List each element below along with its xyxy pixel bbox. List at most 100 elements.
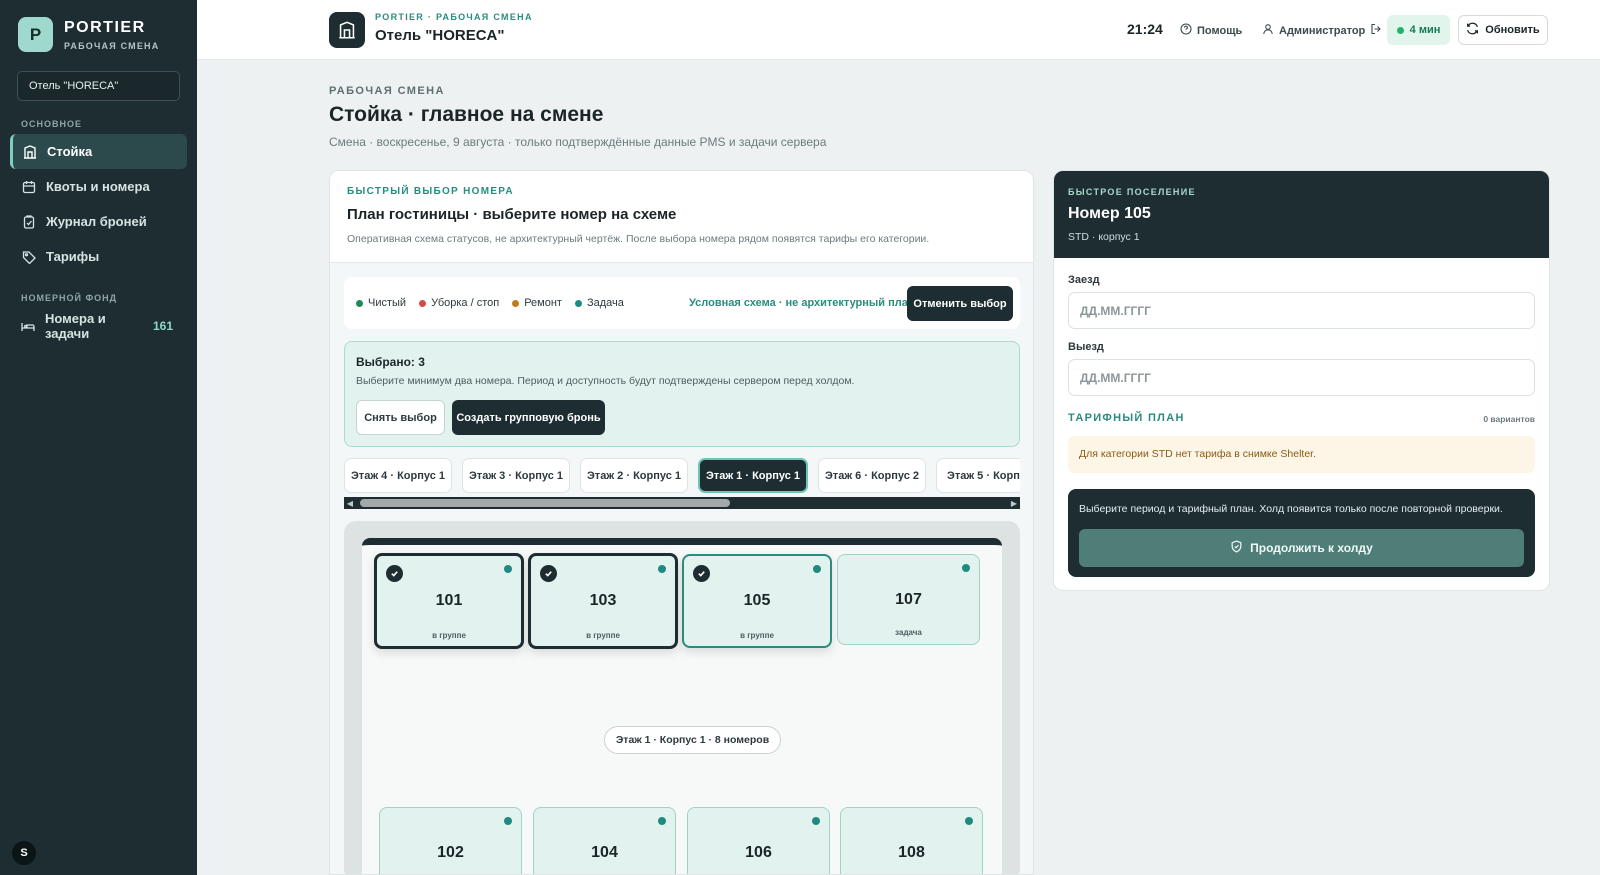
- tariff-warning: Для категории STD нет тарифа в снимке Sh…: [1068, 436, 1535, 473]
- arrival-label: Заезд: [1068, 274, 1100, 286]
- cancel-selection-button[interactable]: Отменить выбор: [907, 286, 1013, 321]
- sidebar-item-label: Тарифы: [46, 249, 100, 264]
- tab-floor-4-building-1[interactable]: Этаж 4 · Корпус 1: [344, 458, 452, 493]
- status-dot-icon: [812, 817, 820, 825]
- scrollbar-thumb[interactable]: [360, 499, 730, 507]
- sidebar-item-label: Квоты и номера: [46, 179, 150, 194]
- topbar-hotel-title: Отель "HORECA": [375, 27, 505, 44]
- room-106[interactable]: 106: [687, 807, 830, 874]
- brand-subtitle: РАБОЧАЯ СМЕНА: [64, 40, 160, 51]
- legend-repair: Ремонт: [512, 297, 562, 309]
- tab-floor-2-building-1[interactable]: Этаж 2 · Корпус 1: [580, 458, 688, 493]
- topbar: PORTIER · РАБОЧАЯ СМЕНА Отель "HORECA" 2…: [197, 0, 1600, 60]
- selected-room-category: STD · корпус 1: [1068, 231, 1140, 243]
- nav-section-fund: НОМЕРНОЙ ФОНД: [21, 293, 118, 303]
- sidebar-item-quotas[interactable]: Квоты и номера: [10, 169, 187, 204]
- footer-badge[interactable]: S: [12, 841, 36, 865]
- room-picker-kicker: БЫСТРЫЙ ВЫБОР НОМЕРА: [347, 186, 514, 197]
- tab-floor-1-building-1[interactable]: Этаж 1 · Корпус 1: [698, 458, 808, 493]
- hold-action-panel: Выберите период и тарифный план. Холд по…: [1068, 489, 1535, 577]
- scroll-left-icon[interactable]: ◀: [344, 497, 356, 509]
- sidebar: P PORTIER РАБОЧАЯ СМЕНА Отель "HORECA" О…: [0, 0, 197, 875]
- brand-name: PORTIER: [64, 18, 146, 36]
- create-group-booking-button[interactable]: Создать групповую бронь: [452, 400, 605, 435]
- check-icon: [386, 565, 403, 582]
- sidebar-item-rooms-tasks[interactable]: Номера и задачи 161: [10, 308, 187, 343]
- legend-cleaning-stop: Уборка / стоп: [419, 297, 499, 309]
- hotel-select[interactable]: Отель "HORECA": [17, 71, 180, 101]
- floor-tabs-scrollbar[interactable]: ◀ ▶: [344, 497, 1020, 509]
- tab-floor-3-building-1[interactable]: Этаж 3 · Корпус 1: [462, 458, 570, 493]
- bed-icon: [21, 318, 35, 333]
- quick-checkin-header: БЫСТРОЕ ПОСЕЛЕНИЕ Номер 105 STD · корпус…: [1054, 171, 1549, 258]
- sidebar-item-label: Номера и задачи: [45, 310, 106, 341]
- room-104[interactable]: 104: [533, 807, 676, 874]
- quick-checkin-kicker: БЫСТРОЕ ПОСЕЛЕНИЕ: [1068, 187, 1196, 197]
- floor-caption: Этаж 1 · Корпус 1 · 8 номеров: [604, 726, 781, 754]
- online-status-badge: 4 мин: [1387, 15, 1450, 45]
- sidebar-item-label: Стойка: [47, 144, 93, 159]
- sidebar-item-desk[interactable]: Стойка: [10, 134, 187, 169]
- room-picker-card: БЫСТРЫЙ ВЫБОР НОМЕРА План гостиницы · вы…: [329, 170, 1034, 875]
- departure-date-input[interactable]: ДД.ММ.ГГГГ: [1068, 359, 1535, 396]
- room-103[interactable]: 103 в группе: [528, 553, 678, 649]
- sidebar-item-label: Журнал броней: [46, 214, 147, 229]
- check-icon: [540, 565, 557, 582]
- floor-plan: 101 в группе 103 в группе 105 в группе 1…: [344, 521, 1020, 874]
- clear-selection-button[interactable]: Снять выбор: [356, 400, 445, 435]
- help-link[interactable]: Помощь: [1180, 23, 1242, 38]
- user-icon: [1262, 23, 1274, 38]
- arrival-date-input[interactable]: ДД.ММ.ГГГГ: [1068, 292, 1535, 329]
- status-dot-icon: [504, 817, 512, 825]
- room-108[interactable]: 108: [840, 807, 983, 874]
- selected-room-title: Номер 105: [1068, 205, 1151, 222]
- user-menu[interactable]: Администратор: [1262, 23, 1382, 38]
- tab-floor-5-building-2[interactable]: Этаж 5 · Корпус 2: [936, 458, 1020, 493]
- status-legend: Чистый Уборка / стоп Ремонт Задача: [356, 297, 624, 309]
- page-title: Стойка · главное на смене: [329, 103, 604, 126]
- floor-tabs: Этаж 4 · Корпус 1 Этаж 3 · Корпус 1 Этаж…: [344, 458, 1020, 494]
- sidebar-item-tariffs[interactable]: Тарифы: [10, 239, 187, 274]
- selection-hint: Выберите минимум два номера. Период и до…: [356, 375, 855, 387]
- selection-panel: Выбрано: 3 Выберите минимум два номера. …: [344, 341, 1020, 447]
- topbar-kicker: PORTIER · РАБОЧАЯ СМЕНА: [375, 12, 533, 22]
- status-dot-icon: [658, 565, 666, 573]
- room-101[interactable]: 101 в группе: [374, 553, 524, 649]
- hold-hint: Выберите период и тарифный план. Холд по…: [1079, 503, 1503, 515]
- floor-plan-canvas: 101 в группе 103 в группе 105 в группе 1…: [362, 538, 1002, 874]
- scroll-right-icon[interactable]: ▶: [1008, 497, 1020, 509]
- legend-dot-icon: [356, 299, 363, 307]
- nav-section-main: ОСНОВНОЕ: [21, 119, 83, 129]
- calendar-icon: [21, 179, 36, 194]
- help-icon: [1180, 23, 1192, 38]
- page-subtitle: Смена · воскресенье, 9 августа · только …: [329, 135, 827, 149]
- online-dot-icon: [1396, 26, 1404, 34]
- room-102[interactable]: 102: [379, 807, 522, 874]
- status-dot-icon: [965, 817, 973, 825]
- legend-note: Условная схема · не архитектурный план: [689, 297, 915, 309]
- building-icon: [22, 144, 37, 159]
- brand: P PORTIER РАБОЧАЯ СМЕНА: [18, 17, 159, 52]
- logout-icon[interactable]: [1370, 23, 1382, 38]
- status-dot-icon: [962, 564, 970, 572]
- clock: 21:24: [1127, 21, 1163, 37]
- tag-icon: [21, 249, 36, 264]
- legend-task: Задача: [574, 297, 624, 309]
- room-107[interactable]: 107 задача: [837, 554, 980, 645]
- sidebar-item-bookings[interactable]: Журнал броней: [10, 204, 187, 239]
- status-dot-icon: [658, 817, 666, 825]
- room-105[interactable]: 105 в группе: [682, 554, 832, 648]
- clipboard-icon: [21, 214, 36, 229]
- tab-floor-6-building-2[interactable]: Этаж 6 · Корпус 2: [818, 458, 926, 493]
- brand-logo: P: [18, 17, 53, 52]
- refresh-icon: [1466, 22, 1479, 38]
- shield-icon: [1230, 540, 1243, 556]
- legend-clean: Чистый: [356, 297, 406, 309]
- room-picker-header: БЫСТРЫЙ ВЫБОР НОМЕРА План гостиницы · вы…: [330, 171, 1033, 263]
- page-kicker: РАБОЧАЯ СМЕНА: [329, 85, 445, 97]
- selected-count: Выбрано: 3: [356, 355, 425, 369]
- status-dot-icon: [504, 565, 512, 573]
- continue-to-hold-button[interactable]: Продолжить к холду: [1079, 529, 1524, 567]
- refresh-button[interactable]: Обновить: [1458, 15, 1548, 45]
- rooms-count-badge: 161: [152, 318, 173, 333]
